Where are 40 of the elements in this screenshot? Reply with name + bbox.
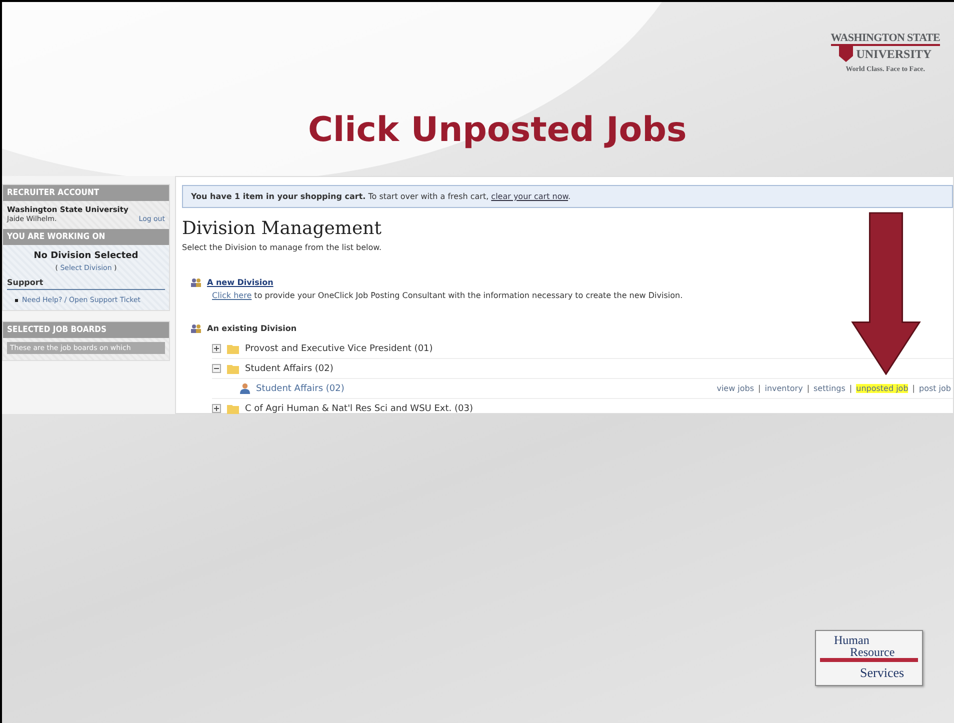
person-icon bbox=[240, 383, 250, 394]
intro-text: Select the Division to manage from the list below. bbox=[182, 243, 383, 252]
cart-banner: You have 1 item in your shopping cart. To start over with a fresh cart, clear your cart now. bbox=[182, 185, 953, 208]
action-link[interactable]: view jobs bbox=[716, 384, 754, 393]
action-link[interactable]: unposted job bbox=[856, 384, 908, 393]
collapse-icon[interactable] bbox=[212, 364, 221, 373]
bullet-icon bbox=[15, 299, 18, 302]
folder-icon bbox=[227, 404, 239, 414]
shield-icon bbox=[839, 46, 854, 62]
people-icon bbox=[190, 278, 202, 287]
people-icon bbox=[190, 324, 202, 333]
department-logo: Human Resource Services bbox=[815, 630, 923, 686]
action-link[interactable]: settings bbox=[814, 384, 846, 393]
click-here-link[interactable]: Click here bbox=[212, 291, 252, 300]
separator: | bbox=[758, 384, 761, 393]
page-heading: Division Management bbox=[182, 218, 382, 239]
separator: | bbox=[912, 384, 915, 393]
down-arrow-icon bbox=[850, 212, 922, 375]
folder-icon bbox=[227, 344, 239, 354]
new-division-link[interactable]: A new Division bbox=[207, 278, 274, 287]
expand-icon[interactable] bbox=[212, 404, 221, 413]
action-link[interactable]: inventory bbox=[764, 384, 803, 393]
action-link[interactable]: post job bbox=[918, 384, 951, 393]
section-label: An existing Division bbox=[207, 324, 297, 333]
separator: | bbox=[849, 384, 852, 393]
panel-heading: RECRUITER ACCOUNT bbox=[3, 185, 169, 201]
separator: | bbox=[806, 384, 810, 393]
division-name[interactable]: Student Affairs (02) bbox=[245, 364, 334, 374]
folder-icon bbox=[227, 364, 239, 374]
division-status: No Division Selected bbox=[32, 251, 140, 261]
new-division-text: Click here to provide your OneClick Job Posting Consultant with the information necessary to create the new Division. bbox=[212, 291, 684, 300]
panel-heading: YOU ARE WORKING ON bbox=[3, 229, 169, 245]
panel-heading: SELECTED JOB BOARDS bbox=[3, 322, 169, 338]
division-name[interactable]: Provost and Executive Vice President (01) bbox=[245, 344, 433, 354]
division-name[interactable]: C of Agri Human & Nat'l Res Sci and WSU Ext. (03) bbox=[245, 404, 473, 414]
slide-title: Click Unposted Jobs bbox=[308, 110, 687, 150]
support-heading: Support bbox=[7, 278, 165, 290]
clear-cart-link[interactable]: clear your cart now bbox=[491, 192, 568, 201]
expand-icon[interactable] bbox=[212, 344, 221, 353]
division-link[interactable]: Student Affairs (02) bbox=[256, 384, 344, 394]
